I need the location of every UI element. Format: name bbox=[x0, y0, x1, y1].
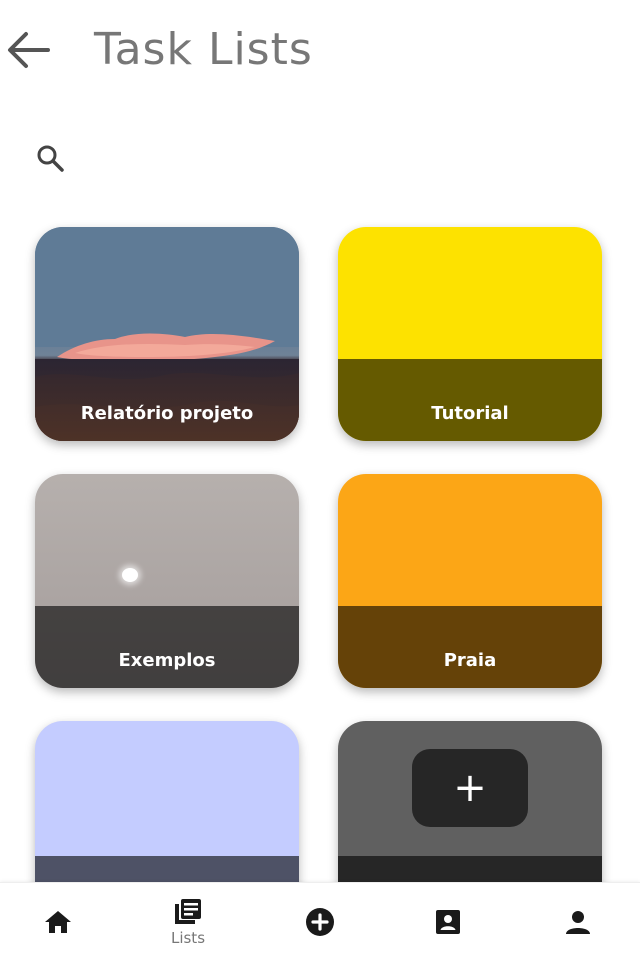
nav-profile[interactable] bbox=[528, 883, 628, 960]
card-label: Exemplos bbox=[118, 650, 216, 671]
app-header: Task Lists bbox=[0, 0, 640, 110]
add-circle-icon bbox=[306, 908, 334, 936]
bottom-navigation: Lists bbox=[0, 882, 640, 960]
task-list-card-relatorio[interactable]: Relatório projeto bbox=[35, 227, 299, 441]
hazy-sun-photo bbox=[122, 568, 138, 582]
nav-lists-label: Lists bbox=[170, 929, 206, 947]
nav-lists[interactable]: Lists bbox=[138, 883, 238, 960]
nav-home[interactable] bbox=[8, 883, 108, 960]
person-icon bbox=[566, 911, 590, 934]
nav-add[interactable] bbox=[270, 883, 370, 960]
search-icon bbox=[37, 145, 64, 172]
search-button[interactable] bbox=[30, 138, 70, 178]
card-label-overlay bbox=[338, 359, 602, 441]
page-title: Task Lists bbox=[94, 24, 313, 75]
task-list-card-tutorial[interactable]: Tutorial bbox=[338, 227, 602, 441]
card-label: Relatório projeto bbox=[80, 403, 254, 424]
task-list-card-exemplos[interactable]: Exemplos bbox=[35, 474, 299, 688]
task-list-card-praia[interactable]: Praia bbox=[338, 474, 602, 688]
contact-card-icon bbox=[436, 910, 460, 934]
arrow-left-icon bbox=[8, 32, 50, 68]
card-label: Praia bbox=[443, 650, 497, 671]
back-button[interactable] bbox=[4, 26, 52, 74]
card-label: Tutorial bbox=[431, 403, 509, 424]
nav-contacts[interactable] bbox=[398, 883, 498, 960]
plus-icon: + bbox=[453, 765, 487, 811]
card-label-overlay bbox=[35, 606, 299, 688]
card-label-overlay bbox=[338, 606, 602, 688]
home-icon bbox=[45, 911, 71, 933]
lists-icon bbox=[175, 899, 201, 924]
add-list-button[interactable]: + bbox=[412, 749, 528, 827]
card-label-overlay bbox=[35, 359, 299, 441]
